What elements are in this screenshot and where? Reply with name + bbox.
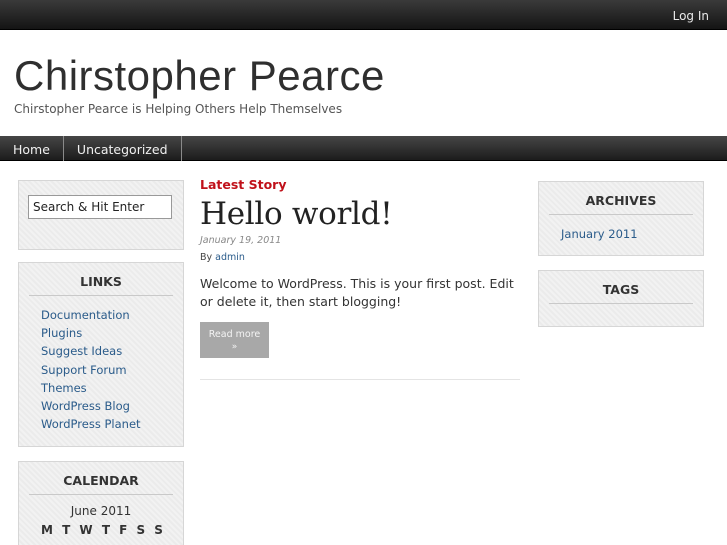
link-plugins[interactable]: Plugins: [41, 326, 82, 340]
main-column: Latest Story Hello world! January 19, 20…: [200, 162, 520, 380]
archives-widget: ARCHIVES January 2011: [538, 181, 704, 256]
list-item: Documentation: [41, 306, 183, 324]
post-author-link[interactable]: admin: [215, 252, 245, 263]
post-excerpt: Welcome to WordPress. This is your first…: [200, 276, 514, 309]
list-item: Themes: [41, 379, 183, 397]
search-widget: Search & Hit Enter: [18, 180, 184, 250]
list-item: Plugins: [41, 324, 183, 342]
calendar-day-label: S: [136, 523, 146, 537]
links-widget: LINKS Documentation Plugins Suggest Idea…: [18, 262, 184, 447]
list-item: January 2011: [561, 226, 703, 242]
post-author-prefix: By: [200, 252, 213, 263]
calendar-day-label: F: [119, 523, 128, 537]
calendar-widget: CALENDAR June 2011 M T W T F S S: [18, 461, 184, 545]
site-header: Chirstopher Pearce Chirstopher Pearce is…: [0, 30, 727, 136]
link-wordpress-planet[interactable]: WordPress Planet: [41, 417, 141, 431]
post-divider: [200, 379, 520, 380]
archives-list: January 2011: [539, 215, 703, 242]
calendar-day-label: T: [101, 523, 110, 537]
list-item: Support Forum: [41, 361, 183, 379]
calendar-weekday-header: M T W T F S S: [19, 523, 183, 537]
post-author: By admin: [200, 252, 520, 263]
link-suggest-ideas[interactable]: Suggest Ideas: [41, 344, 122, 358]
main-navigation: Home Uncategorized: [0, 136, 727, 161]
search-input[interactable]: Search & Hit Enter: [28, 195, 172, 219]
nav-item-uncategorized[interactable]: Uncategorized: [64, 136, 182, 161]
read-more-button[interactable]: Read more »: [200, 322, 269, 358]
list-item: WordPress Blog: [41, 397, 183, 415]
link-themes[interactable]: Themes: [41, 381, 87, 395]
double-chevron-right-icon: »: [231, 342, 238, 352]
links-title: LINKS: [29, 263, 173, 296]
calendar-day-label: W: [79, 523, 93, 537]
post-title[interactable]: Hello world!: [200, 196, 520, 232]
list-item: Suggest Ideas: [41, 342, 183, 360]
calendar-day-label: M: [41, 523, 53, 537]
link-support-forum[interactable]: Support Forum: [41, 363, 127, 377]
post-date: January 19, 2011: [200, 235, 282, 246]
calendar-day-label: S: [154, 523, 163, 537]
tags-title: TAGS: [549, 271, 693, 304]
tags-widget: TAGS: [538, 270, 704, 327]
link-wordpress-blog[interactable]: WordPress Blog: [41, 399, 130, 413]
calendar-day-label: T: [62, 523, 71, 537]
site-title[interactable]: Chirstopher Pearce: [14, 52, 385, 100]
nav-item-home[interactable]: Home: [0, 136, 64, 161]
link-documentation[interactable]: Documentation: [41, 308, 130, 322]
list-item: WordPress Planet: [41, 415, 183, 433]
archive-link-january-2011[interactable]: January 2011: [561, 227, 638, 241]
latest-story-label: Latest Story: [200, 177, 287, 192]
read-more-label: Read more: [208, 329, 261, 340]
calendar-month: June 2011: [70, 504, 132, 518]
site-description: Chirstopher Pearce is Helping Others Hel…: [14, 102, 343, 116]
calendar-title: CALENDAR: [29, 462, 173, 495]
top-bar: Log In: [0, 0, 727, 30]
links-list: Documentation Plugins Suggest Ideas Supp…: [19, 296, 183, 433]
archives-title: ARCHIVES: [549, 182, 693, 215]
login-link[interactable]: Log In: [673, 9, 709, 23]
